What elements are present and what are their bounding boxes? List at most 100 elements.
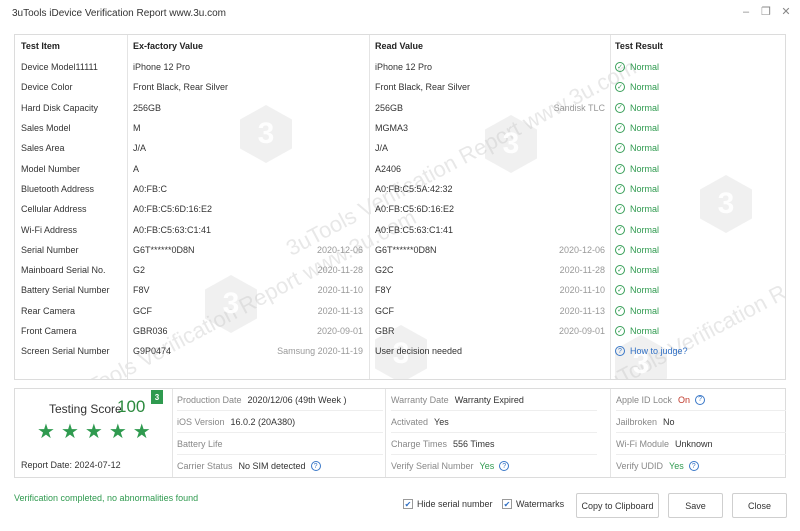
info-label: Wi-Fi Module — [616, 438, 670, 449]
check-circle-icon: ✓ — [615, 285, 625, 296]
info-label: Apple ID Lock — [616, 394, 673, 405]
ex-factory-value: M — [133, 118, 369, 138]
checkbox-checked-icon[interactable]: ✔ — [403, 499, 413, 509]
ex-factory-value: Front Black, Rear Silver — [133, 77, 369, 97]
read-text: A0:FB:C5:63:C1:41 — [375, 224, 454, 235]
hide-serial-label: Hide serial number — [417, 499, 493, 509]
read-value: G2C 2020-11-28 — [375, 260, 611, 280]
check-circle-icon: ✓ — [615, 224, 625, 235]
info-field: Battery Life — [177, 433, 383, 455]
info-field: Activated Yes — [391, 411, 597, 433]
ex-factory-text: Front Black, Rear Silver — [133, 82, 229, 93]
test-result: ✓ Normal — [615, 240, 785, 260]
read-sub: 2020-12-06 — [558, 244, 605, 255]
info-label: Verify UDID — [616, 461, 664, 471]
read-sub: 2020-11-13 — [559, 305, 605, 316]
test-item: Battery Serial Number — [21, 285, 110, 296]
restore-icon[interactable]: ❐ — [760, 5, 772, 19]
info-value: Warranty Expired — [454, 394, 524, 405]
question-icon[interactable]: ? — [499, 461, 510, 471]
save-button[interactable]: Save — [668, 493, 723, 518]
table-row: Mainboard Serial No. G2 2020-11-28 G2C 2… — [15, 260, 785, 280]
read-value: iPhone 12 Pro — [375, 57, 611, 77]
ex-factory-sub: Samsung 2020-11-19 — [277, 346, 363, 357]
result-text: Normal — [630, 82, 660, 93]
info-icon[interactable]: ? — [695, 394, 706, 405]
info-label: Warranty Date — [391, 394, 449, 405]
read-value: 256GB Sandisk TLC — [375, 98, 611, 118]
test-result: ✓ Normal — [615, 321, 785, 341]
close-button[interactable]: Close — [732, 493, 787, 518]
result-text: Normal — [630, 62, 660, 73]
info-value: Yes — [669, 461, 684, 471]
check-circle-icon: ✓ — [615, 326, 625, 337]
question-icon[interactable]: ? — [688, 461, 699, 471]
ex-factory-sub: 2020-12-06 — [316, 244, 363, 255]
read-text: G6T******0D8N — [375, 244, 437, 255]
check-circle-icon: ✓ — [615, 305, 625, 316]
ex-factory-sub: 2020-11-10 — [317, 285, 363, 296]
test-result[interactable]: ? How to judge? — [615, 341, 785, 361]
result-text: Normal — [630, 326, 660, 337]
read-value: A0:FB:C5:6D:16:E2 — [375, 199, 611, 219]
read-text: A2406 — [375, 163, 402, 174]
ex-factory-value: G9P0474 Samsung 2020-11-19 — [133, 341, 369, 361]
test-item: Model Number — [21, 163, 81, 174]
test-item: Sales Area — [21, 143, 65, 154]
minimize-icon[interactable]: – — [740, 5, 752, 19]
info-field: Apple ID Lock On? — [616, 389, 786, 411]
copy-to-clipboard-button[interactable]: Copy to Clipboard — [576, 493, 659, 518]
ex-factory-sub: 2020-11-28 — [317, 265, 363, 276]
score-value: 100 — [117, 397, 146, 416]
info-field: iOS Version 16.0.2 (20A380) — [177, 411, 383, 433]
test-item: Hard Disk Capacity — [21, 102, 99, 113]
header-test-result: Test Result — [615, 41, 663, 51]
score-label: Testing Score — [49, 402, 122, 416]
result-text: Normal — [630, 285, 660, 296]
how-to-judge-link[interactable]: How to judge? — [630, 346, 688, 356]
info-value: 556 Times — [453, 438, 495, 449]
read-text: A0:FB:C5:6D:16:E2 — [375, 204, 455, 215]
read-sub: Sandisk TLC — [553, 102, 605, 113]
result-text: Normal — [630, 305, 660, 316]
check-circle-icon: ✓ — [615, 82, 625, 93]
question-icon[interactable]: ? — [310, 461, 321, 471]
read-text: MGMA3 — [375, 123, 409, 134]
table-row: Battery Serial Number F8V 2020-11-10 F8Y… — [15, 280, 785, 300]
check-circle-icon: ✓ — [615, 62, 625, 73]
score-box: Testing Score 100 3 ★ ★ ★ ★ ★ Report Date: 2… — [15, 389, 173, 477]
info-value: Yes — [434, 416, 449, 427]
table-row: Hard Disk Capacity 256GB 256GB Sandisk T… — [15, 98, 785, 118]
read-sub: 2020-09-01 — [558, 326, 605, 337]
result-text: Normal — [630, 183, 660, 194]
ex-factory-value: G6T******0D8N 2020-12-06 — [133, 240, 369, 260]
hide-serial-checkbox[interactable]: ✔ Hide serial number — [403, 499, 493, 509]
check-circle-icon: ✓ — [615, 163, 625, 174]
test-result: ✓ Normal — [615, 179, 785, 199]
read-value: A2406 — [375, 159, 611, 179]
window-title: 3uTools iDevice Verification Report www.… — [12, 7, 226, 19]
read-text: User decision needed — [375, 346, 463, 357]
ex-factory-text: M — [133, 123, 141, 134]
star-icon: ★ — [84, 421, 103, 443]
result-text: Normal — [630, 143, 660, 154]
read-text: F8Y — [375, 285, 392, 296]
close-icon[interactable]: ✕ — [780, 5, 792, 19]
info-label: Activated — [391, 416, 429, 427]
table-header: Test Item Ex-factory Value Read Value Te… — [15, 35, 785, 57]
report-date: Report Date: 2024-07-12 — [21, 460, 121, 470]
header-ex-factory: Ex-factory Value — [133, 41, 204, 51]
info-label: Jailbroken — [616, 416, 658, 427]
check-circle-icon: ✓ — [615, 143, 625, 154]
check-circle-icon: ✓ — [615, 265, 625, 276]
table-row: Device Color Front Black, Rear Silver Fr… — [15, 77, 785, 97]
read-text: A0:FB:C5:5A:42:32 — [375, 183, 453, 194]
checkbox-checked-icon[interactable]: ✔ — [502, 499, 512, 509]
ex-factory-value: iPhone 12 Pro — [133, 57, 369, 77]
table-row: Model Number A A2406 ✓ Normal — [15, 159, 785, 179]
header-read-value: Read Value — [375, 41, 424, 51]
star-icon: ★ — [108, 421, 127, 443]
ex-factory-value: A0:FB:C — [133, 179, 369, 199]
watermarks-checkbox[interactable]: ✔ Watermarks — [502, 499, 564, 509]
read-value: GBR 2020-09-01 — [375, 321, 611, 341]
